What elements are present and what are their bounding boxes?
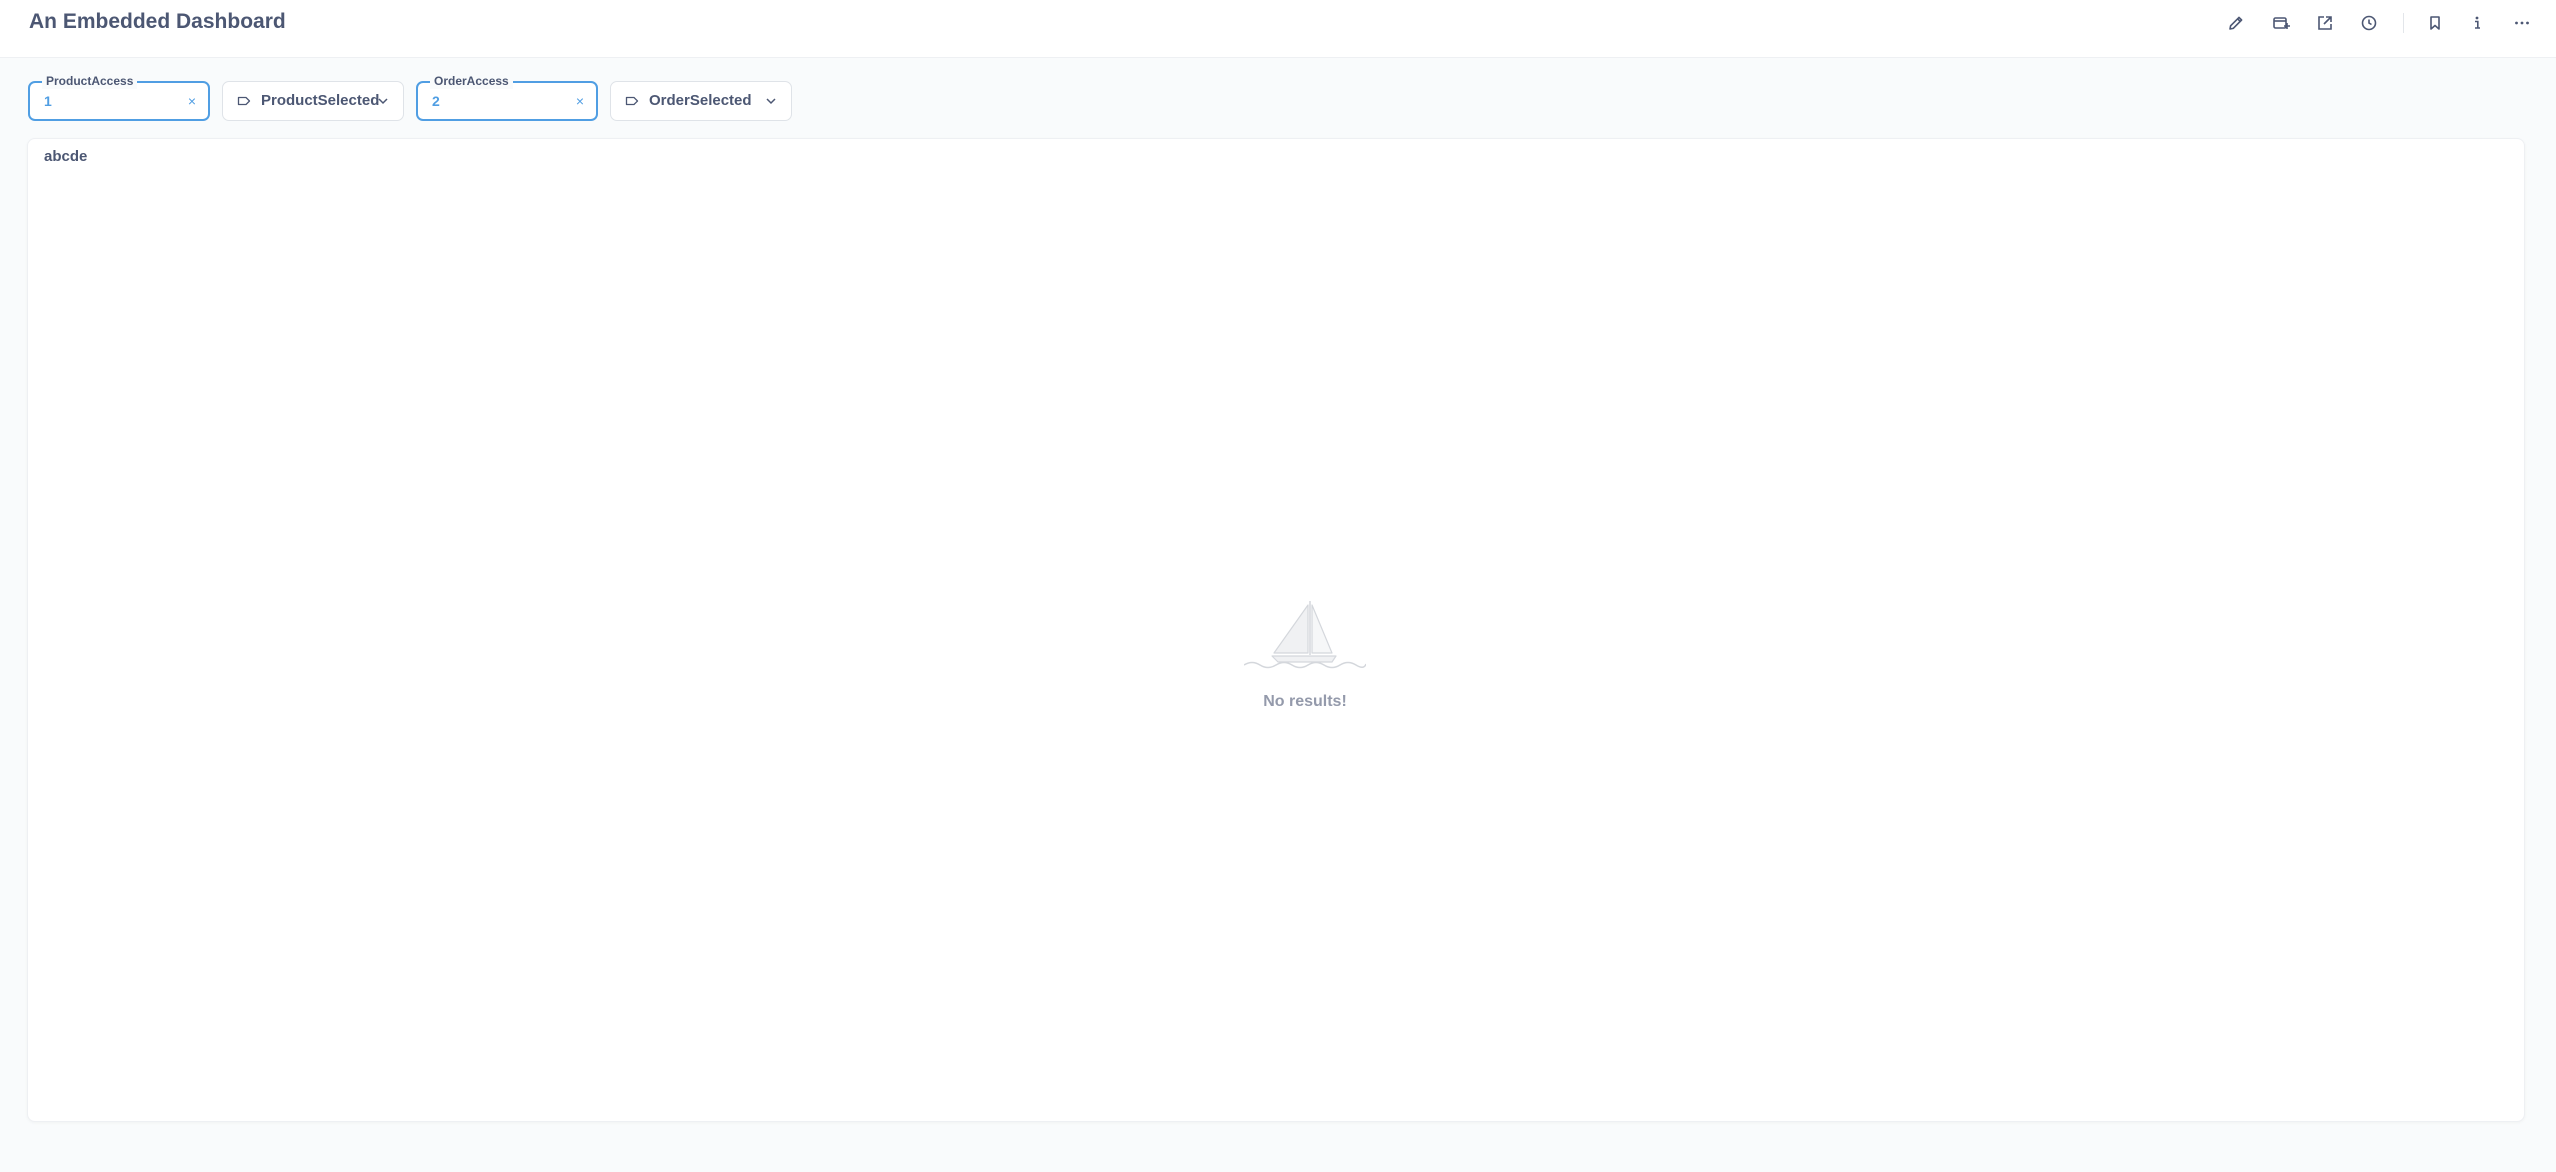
filter-label: ProductSelected [261,92,380,109]
more-icon [2515,21,2529,25]
dashboard-header: An Embedded Dashboard [0,0,2556,58]
subscriptions-button[interactable] [2266,8,2296,38]
more-button[interactable] [2507,8,2537,38]
chevron-down-icon [378,98,388,105]
filter-value[interactable]: 1 [44,93,52,109]
bookmark-button[interactable] [2420,8,2450,38]
filter-legend: OrderAccess [430,73,513,89]
filter-label: OrderSelected [649,92,752,109]
dashboard-card: abcde No results! [27,138,2525,1122]
sailboat-icon [1244,601,1366,669]
header-divider [2403,13,2404,33]
history-icon [2361,15,2377,31]
pencil-icon [2229,16,2243,30]
product-selected-filter[interactable]: ProductSelected [222,81,404,121]
product-access-filter[interactable]: ProductAccess 1 × [28,73,210,121]
clear-filter-button[interactable]: × [188,93,196,109]
header-actions [0,4,2556,34]
card-title[interactable]: abcde [44,148,87,165]
info-icon [2475,16,2480,29]
empty-message: No results! [1263,693,1347,710]
order-access-filter[interactable]: OrderAccess 2 × [416,73,598,121]
filter-value[interactable]: 2 [432,93,440,109]
clear-filter-button[interactable]: × [576,93,584,109]
sharing-button[interactable] [2310,8,2340,38]
bookmark-icon [2430,16,2440,30]
edit-button[interactable] [2221,8,2251,38]
subscription-icon [2273,17,2290,29]
share-icon [2318,16,2332,30]
history-button[interactable] [2354,8,2384,38]
order-selected-filter[interactable]: OrderSelected [610,81,792,121]
filter-bar: ProductAccess 1 × ProductSelected OrderA… [0,58,2556,138]
empty-state: No results! [1215,599,1395,711]
tag-icon [237,96,251,106]
chevron-down-icon [766,98,776,105]
info-button[interactable] [2462,8,2492,38]
filter-legend: ProductAccess [42,73,138,89]
tag-icon [625,96,639,106]
